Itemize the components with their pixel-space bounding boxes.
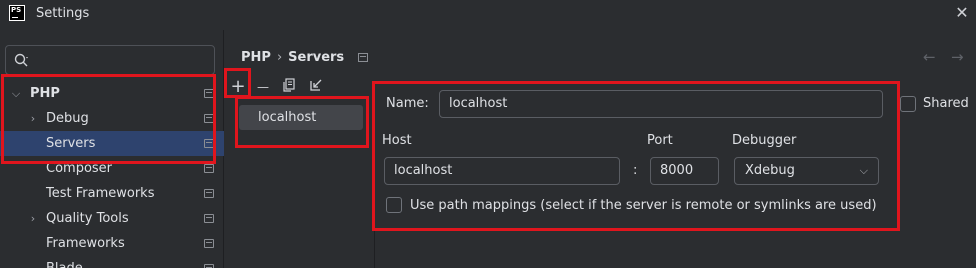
import-icon [310,79,322,91]
breadcrumb-parent[interactable]: PHP [241,50,271,65]
name-field[interactable]: localhost [439,90,883,118]
debugger-label: Debugger [732,133,797,148]
breadcrumb-separator: › [276,50,283,65]
sidebar-item-label: Blade [46,256,83,268]
breadcrumb-current: Servers [288,50,345,65]
sidebar-item-label: Quality Tools [46,211,129,226]
project-scope-icon [204,164,214,173]
window-title: Settings [36,6,90,21]
sidebar-item-label: Test Frameworks [46,186,155,201]
project-scope-icon [204,264,214,268]
sidebar-item-blade[interactable]: Blade [0,256,224,268]
sidebar-item-label: Debug [46,111,89,126]
sidebar-item-quality-tools[interactable]: › Quality Tools [0,206,224,231]
copy-server-button[interactable] [280,78,298,96]
port-field[interactable]: 8000 [650,157,719,185]
app-icon-text: PS [11,6,22,14]
title-bar: PS Settings ✕ [0,0,976,30]
project-scope-icon [204,114,214,123]
sidebar-item-composer[interactable]: Composer [0,156,224,181]
search-input[interactable] [5,45,215,75]
debugger-selected-value: Xdebug [745,163,795,178]
add-server-button[interactable]: + [229,78,247,96]
shared-checkbox[interactable] [900,96,916,112]
sidebar-item-label: Servers [46,136,96,151]
chevron-right-icon[interactable]: › [27,106,39,131]
project-scope-icon [204,139,214,148]
sidebar-item-servers[interactable]: Servers [0,131,224,156]
phpstorm-app-icon: PS [9,5,25,21]
project-scope-icon [358,53,368,62]
sidebar-item-debug[interactable]: › Debug [0,106,224,131]
project-scope-icon [204,189,214,198]
host-field[interactable]: localhost [384,157,620,185]
list-item[interactable]: localhost [239,105,363,130]
remove-server-button[interactable]: — [254,78,272,96]
sidebar-item-label: Frameworks [46,236,125,251]
search-icon [14,53,28,67]
chevron-down-icon[interactable]: ⌵ [10,81,22,106]
breadcrumb: PHP › Servers [241,50,344,65]
forward-arrow-icon[interactable]: → [951,48,964,66]
import-server-button[interactable] [307,78,325,96]
project-scope-icon [204,214,214,223]
close-icon[interactable]: ✕ [952,3,972,23]
server-form: Name: localhost Shared Host Port Debugge… [376,80,976,268]
chevron-right-icon[interactable]: › [27,206,39,231]
sidebar-item-label: Composer [46,161,113,176]
sidebar-item-php[interactable]: ⌵ PHP [0,81,224,106]
sidebar-item-label: PHP [30,86,60,101]
shared-label[interactable]: Shared [923,96,969,111]
server-list: localhost [225,98,375,268]
name-label: Name: [386,96,429,111]
path-mappings-checkbox[interactable] [386,197,402,213]
settings-sidebar: ⌵ PHP › Debug Servers Composer Test Fram… [0,30,224,268]
debugger-select[interactable]: Xdebug ⌵ [734,157,879,185]
sidebar-item-test-frameworks[interactable]: Test Frameworks [0,181,224,206]
port-label: Port [647,133,673,148]
back-arrow-icon[interactable]: ← [923,48,936,66]
project-scope-icon [204,89,214,98]
copy-icon [283,78,295,92]
sidebar-item-frameworks[interactable]: Frameworks [0,231,224,256]
project-scope-icon [204,239,214,248]
host-label: Host [382,133,412,148]
host-port-separator: : [633,163,638,178]
chevron-down-icon: ⌵ [859,164,868,177]
path-mappings-label[interactable]: Use path mappings (select if the server … [410,198,877,213]
